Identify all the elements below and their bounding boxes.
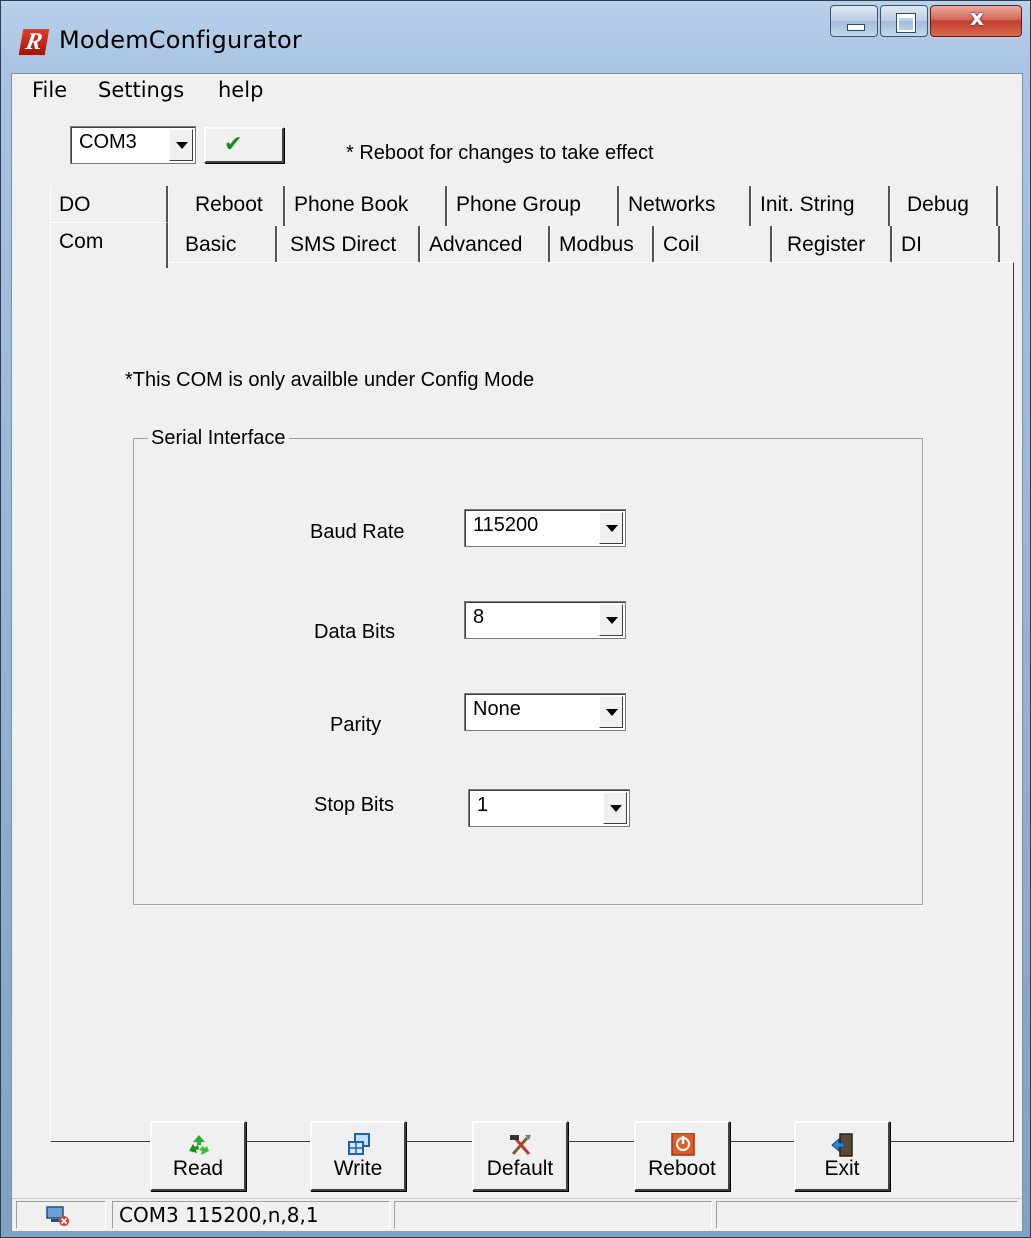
- menu-help[interactable]: help: [214, 78, 267, 102]
- tab-coil[interactable]: Coil: [654, 226, 772, 266]
- tab-phone-book[interactable]: Phone Book: [285, 186, 447, 226]
- write-button-label: Write: [333, 1157, 383, 1180]
- reboot-button-label: Reboot: [648, 1157, 716, 1180]
- port-select[interactable]: COM3: [70, 126, 196, 164]
- serial-interface-group: Serial Interface Baud Rate 115200 Data B…: [133, 427, 923, 905]
- exit-button[interactable]: Exit: [794, 1121, 890, 1191]
- tab-register[interactable]: Register: [772, 226, 892, 266]
- tab-modbus[interactable]: Modbus: [550, 226, 654, 266]
- window-title: ModemConfigurator: [59, 26, 302, 54]
- chevron-down-icon[interactable]: [599, 512, 623, 544]
- app-logo-icon: R: [18, 29, 50, 55]
- chevron-down-icon[interactable]: [603, 792, 627, 824]
- status-icon-pane: [16, 1201, 106, 1229]
- status-bar: COM3 115200,n,8,1: [12, 1198, 1022, 1231]
- chevron-down-icon[interactable]: [599, 696, 623, 728]
- stop-bits-value: 1: [477, 794, 489, 816]
- apply-port-button[interactable]: ✔: [204, 127, 284, 163]
- menu-settings[interactable]: Settings: [94, 78, 188, 102]
- read-button-label: Read: [172, 1157, 224, 1180]
- parity-label: Parity: [330, 714, 382, 736]
- parity-value: None: [473, 698, 521, 720]
- tab-sms-direct[interactable]: SMS Direct: [277, 226, 420, 266]
- stop-bits-label: Stop Bits: [314, 794, 395, 816]
- maximize-icon: [896, 13, 916, 33]
- tab-basic[interactable]: Basic: [168, 226, 277, 266]
- client-area: File Settings help COM3 ✔ * Reboot for c…: [11, 73, 1023, 1231]
- title-bar[interactable]: R ModemConfigurator x: [1, 1, 1030, 73]
- tab-com[interactable]: Com: [50, 222, 168, 268]
- default-button[interactable]: Default: [472, 1121, 568, 1191]
- minimize-icon: [847, 24, 865, 31]
- data-bits-value: 8: [473, 606, 485, 628]
- write-windows-icon: [348, 1133, 370, 1155]
- reboot-note: * Reboot for changes to take effect: [346, 142, 654, 164]
- status-pane-empty-1: [394, 1201, 712, 1229]
- menu-file[interactable]: File: [28, 78, 71, 102]
- baud-rate-label: Baud Rate: [310, 521, 405, 543]
- tab-phone-group[interactable]: Phone Group: [447, 186, 619, 226]
- read-button[interactable]: Read: [150, 1121, 246, 1191]
- tab-debug[interactable]: Debug: [890, 186, 998, 226]
- power-icon: [671, 1133, 695, 1156]
- recycle-icon: [189, 1135, 209, 1155]
- close-icon: x: [969, 6, 985, 31]
- tab-init-string[interactable]: Init. String: [751, 186, 890, 226]
- chevron-down-icon[interactable]: [169, 129, 193, 161]
- data-bits-label: Data Bits: [314, 621, 396, 643]
- status-pane-empty-2: [716, 1201, 1018, 1229]
- tools-icon: [510, 1135, 531, 1155]
- parity-select[interactable]: None: [464, 693, 626, 731]
- baud-rate-select[interactable]: 115200: [464, 509, 626, 547]
- disconnected-icon: [46, 1206, 69, 1226]
- reboot-button[interactable]: Reboot: [634, 1121, 730, 1191]
- default-button-label: Default: [486, 1157, 554, 1180]
- tab-di[interactable]: DI: [892, 226, 1000, 266]
- minimize-button[interactable]: [830, 5, 878, 37]
- config-mode-note: *This COM is only availble under Config …: [125, 369, 535, 391]
- data-bits-select[interactable]: 8: [464, 601, 626, 639]
- port-select-value: COM3: [79, 131, 137, 153]
- exit-button-label: Exit: [824, 1157, 860, 1180]
- tab-panel-com: *This COM is only availble under Config …: [50, 262, 1014, 1142]
- close-button[interactable]: x: [930, 5, 1022, 37]
- write-button[interactable]: Write: [310, 1121, 406, 1191]
- exit-door-icon: [831, 1133, 853, 1157]
- stop-bits-select[interactable]: 1: [468, 789, 630, 827]
- group-title: Serial Interface: [148, 427, 289, 450]
- tab-do[interactable]: DO: [50, 186, 168, 226]
- tab-advanced[interactable]: Advanced: [420, 226, 550, 266]
- app-window: R ModemConfigurator x File Settings help…: [0, 0, 1031, 1238]
- tab-reboot[interactable]: Reboot: [168, 186, 285, 226]
- check-icon: ✔: [224, 132, 243, 157]
- maximize-button[interactable]: [880, 5, 928, 37]
- menu-bar: File Settings help: [12, 74, 1022, 108]
- tab-networks[interactable]: Networks: [619, 186, 751, 226]
- baud-rate-value: 115200: [473, 514, 539, 536]
- chevron-down-icon[interactable]: [599, 604, 623, 636]
- status-connection: COM3 115200,n,8,1: [112, 1201, 390, 1229]
